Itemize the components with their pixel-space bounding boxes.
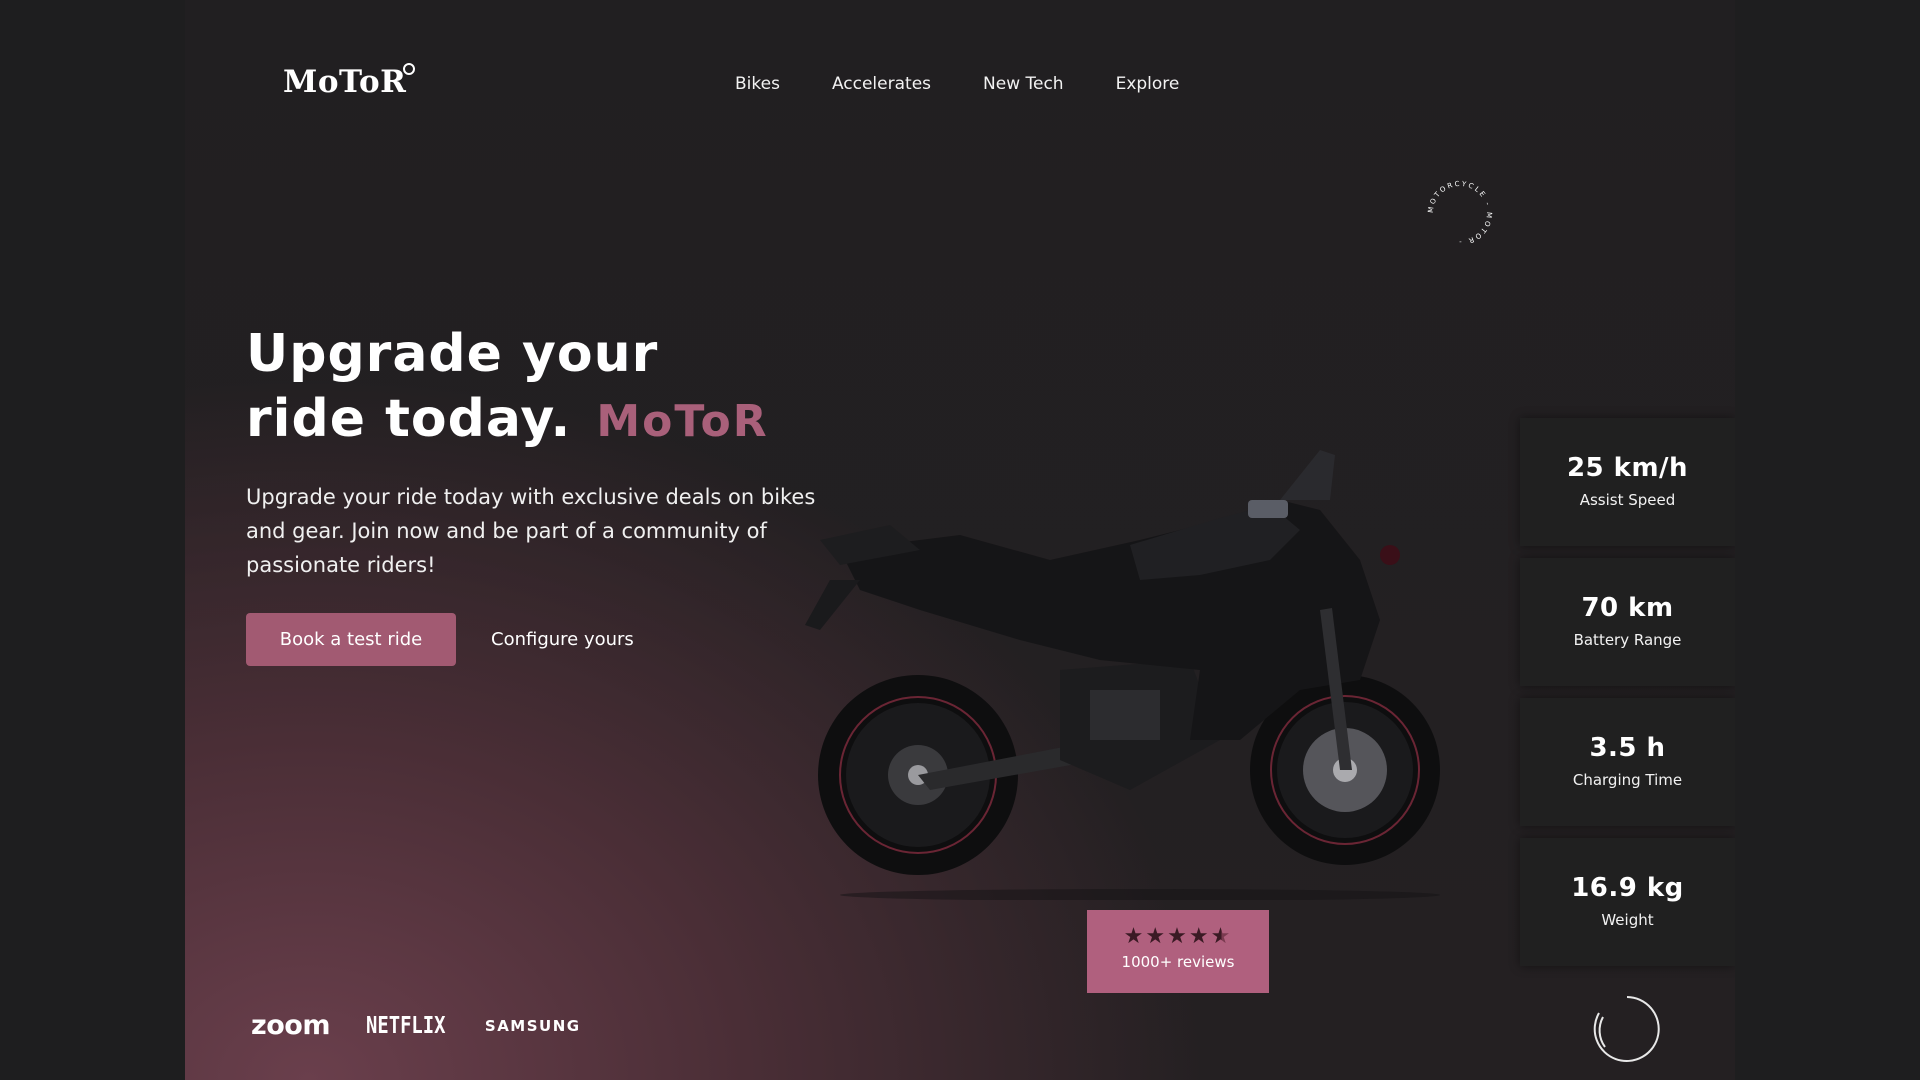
zoom-logo: zoom: [251, 1010, 330, 1041]
stat-card-battery-range: 70 km Battery Range: [1520, 558, 1735, 686]
hero-title: Upgrade your ride today. MoToR: [246, 322, 769, 454]
half-star-icon: ★: [1210, 924, 1233, 949]
star-icon: ★: [1188, 924, 1211, 949]
stat-value: 3.5 h: [1589, 733, 1666, 763]
stat-value: 70 km: [1581, 593, 1674, 623]
logo-dot-icon: [403, 63, 415, 75]
stat-card-charging-time: 3.5 h Charging Time: [1520, 698, 1735, 826]
badge-ring-text: MOTORCYCLE - MOTOR -: [1427, 180, 1491, 246]
partner-brands: zoom NETFLIX SAMSUNG: [251, 1010, 581, 1041]
nav-item-explore[interactable]: Explore: [1116, 74, 1180, 94]
rating-stars: ★★★★★: [1087, 924, 1269, 949]
hero-title-line2: ride today.: [246, 389, 572, 449]
stat-label: Weight: [1601, 911, 1654, 929]
nav-item-accelerates[interactable]: Accelerates: [832, 74, 931, 94]
hero-frame: MoToR Bikes Accelerates New Tech Explore…: [185, 0, 1735, 1080]
spec-stats: 25 km/h Assist Speed 70 km Battery Range…: [1520, 418, 1735, 978]
stat-value: 25 km/h: [1566, 453, 1689, 483]
book-test-ride-button[interactable]: Book a test ride: [246, 613, 456, 666]
configure-yours-link[interactable]: Configure yours: [491, 629, 634, 650]
reviews-badge[interactable]: ★★★★★ 1000+ reviews: [1087, 910, 1269, 993]
rotating-badge-icon: MOTORCYCLE - MOTOR -: [1427, 180, 1493, 246]
reviews-count: 1000+ reviews: [1121, 953, 1235, 971]
logo[interactable]: MoToR: [283, 64, 406, 100]
stat-card-weight: 16.9 kg Weight: [1520, 838, 1735, 966]
scroll-indicator-icon[interactable]: [1591, 993, 1663, 1065]
hero-description: Upgrade your ride today with exclusive d…: [246, 485, 816, 577]
main-nav: Bikes Accelerates New Tech Explore: [735, 74, 1231, 94]
stat-card-assist-speed: 25 km/h Assist Speed: [1520, 418, 1735, 546]
motorcycle-image: [805, 450, 1440, 900]
hero-title-brand: MoToR: [596, 396, 769, 447]
star-icon: ★: [1167, 924, 1189, 949]
samsung-logo: SAMSUNG: [484, 1016, 581, 1035]
stat-value: 16.9 kg: [1571, 873, 1684, 903]
nav-item-new-tech[interactable]: New Tech: [983, 74, 1064, 94]
stat-label: Assist Speed: [1579, 491, 1676, 509]
netflix-logo: NETFLIX: [365, 1012, 446, 1039]
star-icon: ★: [1123, 924, 1146, 949]
nav-item-bikes[interactable]: Bikes: [735, 74, 780, 94]
stat-label: Battery Range: [1573, 631, 1682, 649]
hero-title-line1: Upgrade your: [246, 324, 659, 384]
star-icon: ★: [1145, 924, 1168, 949]
svg-text:MOTORCYCLE - MOTOR -: MOTORCYCLE - MOTOR -: [1427, 180, 1493, 246]
stat-label: Charging Time: [1572, 771, 1683, 789]
